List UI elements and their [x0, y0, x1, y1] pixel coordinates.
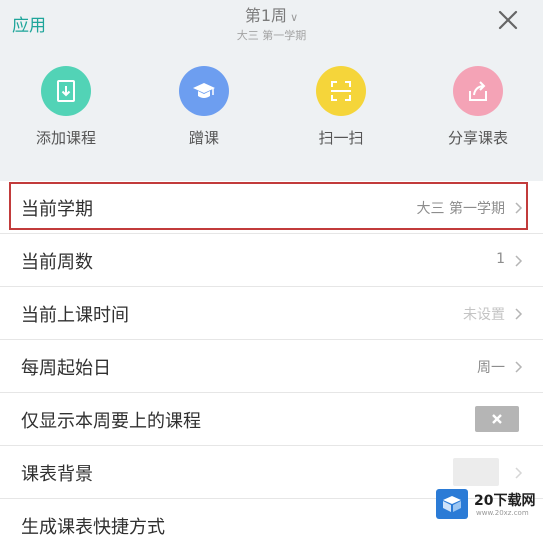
- watermark-url: www.20xz.com: [476, 509, 529, 517]
- chevron-right-icon: [515, 361, 523, 373]
- chevron-down-icon: ∨: [290, 11, 299, 24]
- watermark-logo-icon: [436, 489, 468, 519]
- audit-course-button[interactable]: 蹭课: [149, 66, 259, 148]
- scan-button[interactable]: 扫一扫: [286, 66, 396, 148]
- scan-label: 扫一扫: [318, 129, 364, 147]
- row-label: 当前学期: [21, 199, 93, 220]
- row-value: 周一: [477, 360, 505, 376]
- add-course-icon: [41, 66, 91, 116]
- background-preview: [453, 458, 499, 486]
- add-course-label: 添加课程: [35, 129, 96, 147]
- settings-row-class-time[interactable]: 当前上课时间 未设置: [0, 287, 543, 340]
- row-value: 大三 第一学期: [416, 201, 505, 217]
- share-schedule-label: 分享课表: [447, 129, 508, 147]
- row-label: 仅显示本周要上的课程: [21, 411, 201, 432]
- quick-actions: 添加课程 蹭课 扫一扫 分享课表: [0, 66, 543, 166]
- chevron-right-icon: [515, 255, 523, 267]
- close-button[interactable]: [497, 9, 519, 31]
- scan-icon: [316, 66, 366, 116]
- watermark-text: 20下载网: [474, 493, 536, 509]
- row-value: 1: [496, 251, 505, 267]
- top-bar: 应用 第1周 ∨ 大三 第一学期: [0, 0, 543, 50]
- close-icon: [498, 10, 518, 30]
- row-label: 当前周数: [21, 252, 93, 273]
- week-subtitle: 大三 第一学期: [236, 29, 307, 42]
- this-week-only-toggle[interactable]: [475, 406, 519, 432]
- audit-course-label: 蹭课: [188, 129, 219, 147]
- settings-row-current-week[interactable]: 当前周数 1: [0, 234, 543, 287]
- chevron-right-icon: [515, 308, 523, 320]
- row-label: 每周起始日: [21, 358, 111, 379]
- share-icon: [453, 66, 503, 116]
- share-schedule-button[interactable]: 分享课表: [423, 66, 533, 148]
- week-selector[interactable]: 第1周 ∨ 大三 第一学期: [0, 2, 543, 43]
- add-course-button[interactable]: 添加课程: [11, 66, 121, 148]
- chevron-right-icon: [515, 202, 523, 214]
- watermark: 20下载网 www.20xz.com: [436, 487, 540, 521]
- row-label: 生成课表快捷方式: [21, 517, 165, 538]
- settings-row-this-week-only: 仅显示本周要上的课程: [0, 393, 543, 446]
- week-title: 第1周: [244, 6, 288, 25]
- row-label: 当前上课时间: [21, 305, 129, 326]
- row-value: 未设置: [463, 307, 505, 323]
- settings-row-current-semester[interactable]: 当前学期 大三 第一学期: [0, 181, 543, 234]
- x-icon: [492, 414, 502, 424]
- row-label: 课表背景: [21, 464, 93, 485]
- settings-row-week-start[interactable]: 每周起始日 周一: [0, 340, 543, 393]
- graduation-cap-icon: [179, 66, 229, 116]
- chevron-right-icon: [515, 467, 523, 479]
